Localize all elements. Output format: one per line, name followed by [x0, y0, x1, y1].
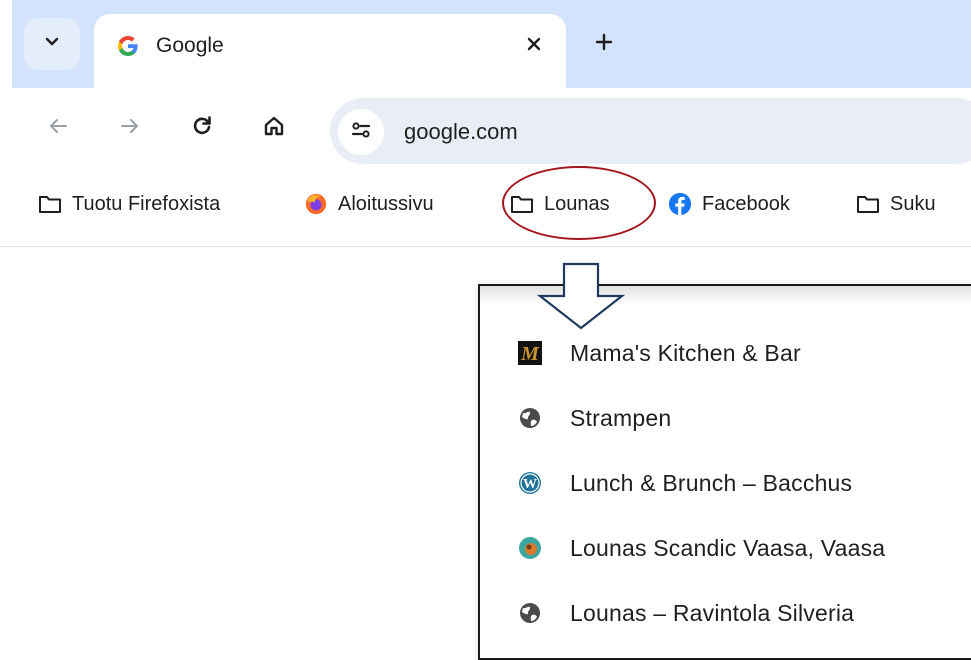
- reload-icon: [190, 114, 214, 143]
- menu-item-label: Mama's Kitchen & Bar: [570, 339, 801, 366]
- firefox-icon: [304, 192, 328, 216]
- bookmark-label: Lounas: [544, 192, 610, 215]
- forward-button[interactable]: [114, 112, 146, 144]
- bookmark-label: Tuotu Firefoxista: [72, 192, 221, 215]
- bookmarks-bar: Tuotu Firefoxista Aloitussivu Lounas Fac…: [0, 164, 971, 247]
- svg-text:W: W: [523, 477, 537, 492]
- menu-item-label: Strampen: [570, 404, 672, 431]
- close-icon: [526, 36, 542, 57]
- tab-google[interactable]: Google: [94, 14, 566, 94]
- bookmark-aloitussivu[interactable]: Aloitussivu: [304, 190, 434, 218]
- back-icon: [46, 114, 70, 143]
- folder-icon: [856, 192, 880, 216]
- forward-icon: [118, 114, 142, 143]
- bookmark-label: Suku: [890, 192, 936, 215]
- toolbar: google.com: [0, 88, 971, 164]
- globe-icon: [518, 601, 542, 625]
- site-settings-icon: [349, 118, 373, 147]
- globe-icon: [518, 406, 542, 430]
- menu-item-bacchus[interactable]: W Lunch & Brunch – Bacchus: [518, 466, 852, 500]
- facebook-icon: [668, 192, 692, 216]
- mama-kitchen-icon: M: [518, 341, 542, 365]
- lounas-folder-menu: M Mama's Kitchen & Bar Strampen W Lunch …: [478, 284, 971, 660]
- scandic-icon: [518, 536, 542, 560]
- bookmark-folder-lounas[interactable]: Lounas: [510, 190, 610, 218]
- tab-title: Google: [156, 34, 224, 57]
- close-tab-button[interactable]: [520, 32, 548, 60]
- plus-icon: [594, 32, 614, 57]
- menu-item-silveria[interactable]: Lounas – Ravintola Silveria: [518, 596, 854, 630]
- tab-search-button[interactable]: [24, 18, 80, 70]
- bookmark-facebook[interactable]: Facebook: [668, 190, 790, 218]
- reload-button[interactable]: [186, 112, 218, 144]
- bookmark-label: Facebook: [702, 192, 790, 215]
- home-icon: [262, 114, 286, 143]
- menu-item-label: Lounas – Ravintola Silveria: [570, 599, 855, 626]
- url-text: google.com: [404, 119, 518, 144]
- menu-item-label: Lounas Scandic Vaasa, Vaasa: [570, 534, 886, 561]
- wordpress-icon: W: [518, 471, 542, 495]
- google-favicon-icon: [116, 34, 140, 58]
- bookmark-label: Aloitussivu: [338, 192, 434, 215]
- folder-icon: [38, 192, 62, 216]
- new-tab-button[interactable]: [590, 30, 618, 58]
- menu-item-scandic-vaasa[interactable]: Lounas Scandic Vaasa, Vaasa: [518, 531, 885, 565]
- menu-item-mamas-kitchen[interactable]: M Mama's Kitchen & Bar: [518, 336, 801, 370]
- folder-icon: [510, 192, 534, 216]
- chevron-down-icon: [43, 33, 61, 56]
- down-arrow-annotation: [536, 262, 626, 330]
- back-button[interactable]: [42, 112, 74, 144]
- bookmark-folder-suku[interactable]: Suku: [856, 190, 936, 218]
- bookmark-tuotu-firefoxista[interactable]: Tuotu Firefoxista: [38, 190, 220, 218]
- address-bar[interactable]: google.com: [330, 98, 971, 164]
- menu-item-strampen[interactable]: Strampen: [518, 401, 671, 435]
- site-info-button[interactable]: [338, 109, 384, 155]
- home-button[interactable]: [258, 112, 290, 144]
- tab-strip: Google: [12, 0, 971, 94]
- menu-item-label: Lunch & Brunch – Bacchus: [570, 469, 853, 496]
- svg-text:M: M: [520, 343, 540, 365]
